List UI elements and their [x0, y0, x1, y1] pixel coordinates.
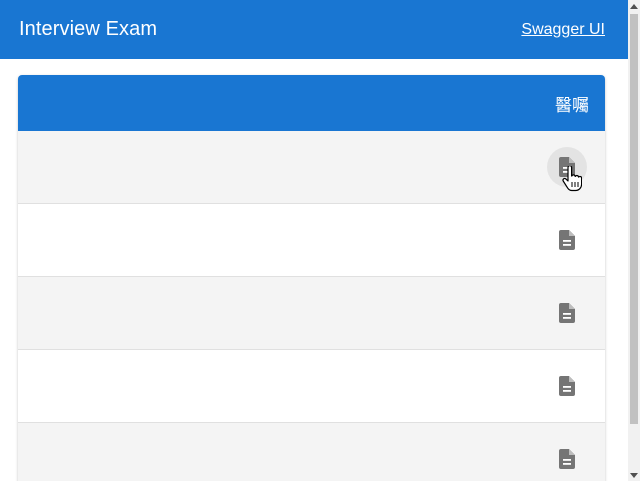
document-icon — [559, 157, 575, 177]
scroll-down-arrow-icon[interactable] — [628, 469, 640, 481]
view-document-button[interactable] — [555, 447, 579, 471]
orders-table: 醫囑 — [18, 75, 605, 481]
app-window: Interview Exam Swagger UI 醫囑 — [0, 0, 640, 481]
vertical-scrollbar[interactable] — [628, 0, 640, 481]
document-icon — [559, 230, 575, 250]
swagger-ui-link[interactable]: Swagger UI — [521, 21, 605, 39]
column-header-medical-orders: 醫囑 — [555, 95, 589, 116]
table-row — [18, 131, 605, 204]
table-header: 醫囑 — [18, 75, 605, 131]
app-title: Interview Exam — [19, 18, 158, 40]
scrollbar-thumb[interactable] — [630, 14, 638, 424]
scroll-up-arrow-icon[interactable] — [628, 0, 640, 12]
table-row — [18, 423, 605, 481]
document-icon — [559, 376, 575, 396]
view-document-button[interactable] — [547, 147, 587, 187]
view-document-button[interactable] — [555, 301, 579, 325]
document-icon — [559, 449, 575, 469]
top-app-bar: Interview Exam Swagger UI — [0, 0, 628, 59]
document-icon — [559, 303, 575, 323]
view-document-button[interactable] — [555, 228, 579, 252]
table-row — [18, 204, 605, 277]
page-viewport: Interview Exam Swagger UI 醫囑 — [0, 0, 628, 481]
table-row — [18, 350, 605, 423]
table-row — [18, 277, 605, 350]
view-document-button[interactable] — [555, 374, 579, 398]
